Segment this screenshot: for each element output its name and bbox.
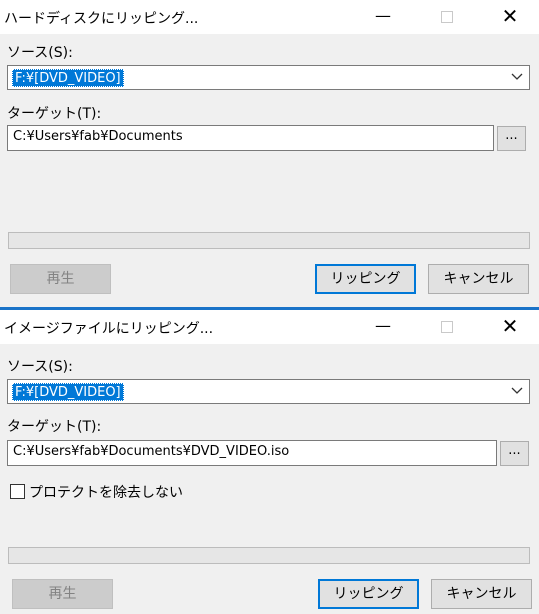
title-bar: イメージファイルにリッピング... — ✕	[0, 310, 539, 344]
chevron-down-icon	[511, 73, 523, 80]
source-label: ソース(S):	[7, 45, 73, 61]
source-label: ソース(S):	[7, 359, 73, 375]
rip-to-hdd-dialog: ハードディスクにリッピング... — ✕ ソース(S): F:¥[DVD_VID…	[0, 0, 539, 307]
play-button[interactable]: 再生	[10, 264, 111, 294]
browse-button[interactable]: ...	[497, 126, 526, 151]
rip-to-iso-dialog: イメージファイルにリッピング... — ✕ ソース(S): F:¥[DVD_VI…	[0, 310, 539, 614]
minimize-button[interactable]: —	[368, 4, 398, 28]
maximize-icon	[441, 320, 453, 333]
source-selected-value: F:¥[DVD_VIDEO]	[12, 69, 124, 87]
play-button[interactable]: 再生	[12, 579, 113, 609]
target-input[interactable]: C:¥Users¥fab¥Documents	[7, 125, 494, 151]
source-combobox[interactable]: F:¥[DVD_VIDEO]	[7, 65, 530, 90]
maximize-button	[432, 314, 462, 338]
cancel-button[interactable]: キャンセル	[431, 579, 532, 609]
target-label: ターゲット(T):	[7, 106, 102, 122]
rip-button[interactable]: リッピング	[315, 264, 416, 294]
protect-checkbox[interactable]	[10, 484, 25, 499]
rip-button[interactable]: リッピング	[318, 579, 419, 609]
cancel-button[interactable]: キャンセル	[428, 264, 529, 294]
window-title: イメージファイルにリッピング...	[4, 321, 214, 337]
browse-button[interactable]: ...	[500, 441, 529, 466]
source-combobox[interactable]: F:¥[DVD_VIDEO]	[7, 379, 530, 404]
protect-checkbox-label: プロテクトを除去しない	[29, 485, 183, 501]
source-selected-value: F:¥[DVD_VIDEO]	[12, 383, 124, 401]
close-button[interactable]: ✕	[495, 4, 525, 28]
progress-bar	[8, 547, 530, 564]
progress-bar	[8, 232, 530, 249]
target-input[interactable]: C:¥Users¥fab¥Documents¥DVD_VIDEO.iso	[7, 440, 497, 466]
window-title: ハードディスクにリッピング...	[4, 11, 199, 27]
close-button[interactable]: ✕	[495, 314, 525, 338]
target-label: ターゲット(T):	[7, 419, 102, 435]
maximize-icon	[441, 10, 453, 23]
title-bar: ハードディスクにリッピング... — ✕	[0, 0, 539, 34]
minimize-button[interactable]: —	[368, 314, 398, 338]
maximize-button	[432, 4, 462, 28]
chevron-down-icon	[511, 387, 523, 394]
